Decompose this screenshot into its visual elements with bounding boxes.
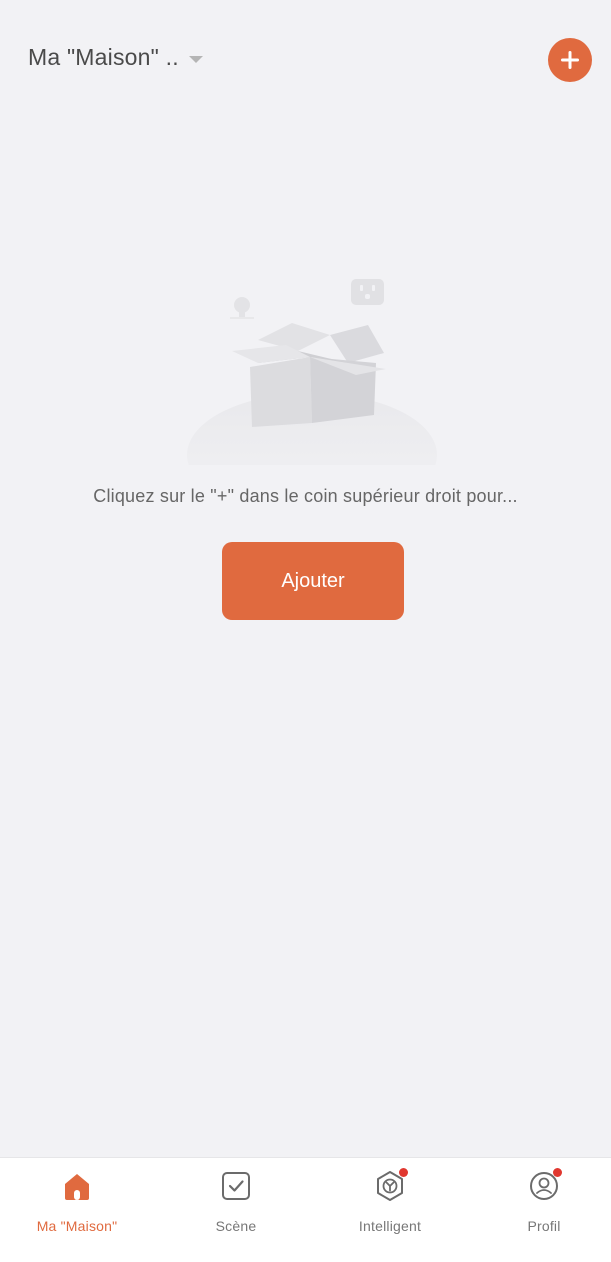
tab-bar: Ma "Maison" Scène Intelligent Profil — [0, 1157, 611, 1262]
notification-badge — [399, 1168, 408, 1177]
box-icon — [232, 323, 386, 427]
caret-down-icon — [188, 55, 203, 63]
home-icon — [59, 1168, 95, 1204]
empty-state-message: Cliquez sur le "+" dans le coin supérieu… — [93, 486, 518, 506]
scene-checkbox-icon — [218, 1168, 254, 1204]
plus-icon — [561, 51, 579, 69]
intelligent-cube-icon — [372, 1168, 408, 1204]
tab-label: Scène — [215, 1218, 257, 1234]
tab-scene[interactable]: Scène — [176, 1168, 296, 1248]
notification-badge — [553, 1168, 562, 1177]
bulb-icon — [230, 297, 254, 319]
tab-intelligent[interactable]: Intelligent — [330, 1168, 450, 1248]
home-title: Ma "Maison" .. — [28, 44, 179, 70]
add-button[interactable]: Ajouter — [222, 542, 404, 620]
header: Ma "Maison" .. — [0, 0, 611, 120]
tab-label: Ma "Maison" — [36, 1218, 118, 1234]
add-device-button[interactable] — [548, 38, 592, 82]
empty-box-illustration — [180, 265, 440, 517]
socket-icon — [351, 279, 384, 305]
tab-profil[interactable]: Profil — [484, 1168, 604, 1248]
app-screen: Ma "Maison" .. Cliquez sur le "+" dans l… — [0, 0, 611, 1262]
home-selector[interactable]: Ma "Maison" .. — [28, 44, 203, 71]
profile-icon — [526, 1168, 562, 1204]
tab-label: Intelligent — [358, 1218, 422, 1234]
tab-label: Profil — [527, 1218, 561, 1234]
tab-ma-maison[interactable]: Ma "Maison" — [17, 1168, 137, 1248]
